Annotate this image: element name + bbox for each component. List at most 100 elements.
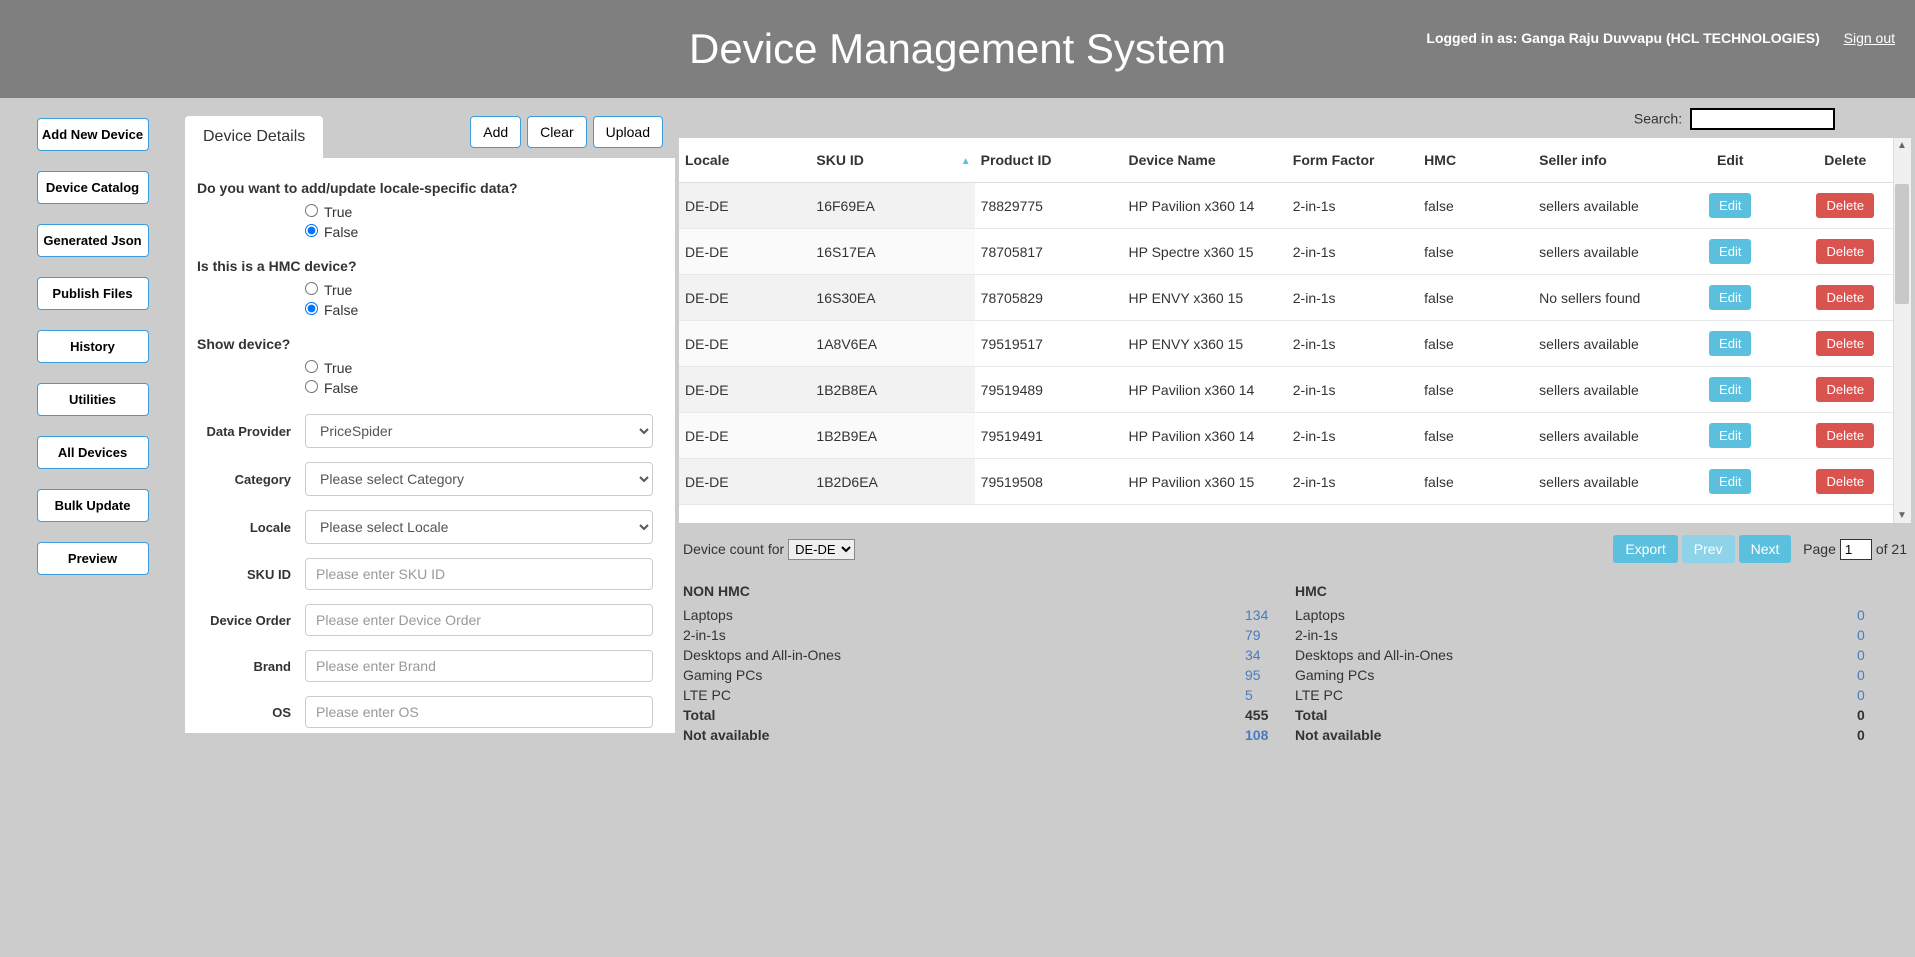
radio-show-true[interactable]: True — [305, 360, 653, 376]
input-sku-id[interactable] — [305, 558, 653, 590]
count-val[interactable]: 95 — [1245, 667, 1295, 683]
device-table: Locale SKU ID▲ Product ID Device Name Fo… — [679, 138, 1911, 505]
col-hmc[interactable]: HMC — [1418, 138, 1533, 183]
cell-ff: 2-in-1s — [1287, 275, 1418, 321]
prev-button[interactable]: Prev — [1682, 535, 1735, 563]
label-device-order: Device Order — [197, 613, 305, 628]
sidebar-preview[interactable]: Preview — [37, 542, 149, 575]
edit-button[interactable]: Edit — [1709, 331, 1751, 356]
col-form-factor[interactable]: Form Factor — [1287, 138, 1418, 183]
label-brand: Brand — [197, 659, 305, 674]
edit-button[interactable]: Edit — [1709, 193, 1751, 218]
tab-device-details[interactable]: Device Details — [185, 116, 323, 158]
cell-pid: 79519508 — [975, 459, 1123, 505]
delete-button[interactable]: Delete — [1816, 377, 1874, 402]
count-val[interactable]: 0 — [1857, 667, 1907, 683]
count-val[interactable]: 0 — [1857, 687, 1907, 703]
scroll-thumb[interactable] — [1895, 184, 1909, 304]
sidebar-device-catalog[interactable]: Device Catalog — [37, 171, 149, 204]
q-locale-specific: Do you want to add/update locale-specifi… — [197, 180, 653, 196]
next-button[interactable]: Next — [1739, 535, 1792, 563]
cell-seller: sellers available — [1533, 367, 1681, 413]
export-button[interactable]: Export — [1613, 535, 1677, 563]
sidebar-all-devices[interactable]: All Devices — [37, 436, 149, 469]
cell-pid: 79519517 — [975, 321, 1123, 367]
count-key: Gaming PCs — [1295, 667, 1857, 683]
cell-pid: 78705817 — [975, 229, 1123, 275]
edit-button[interactable]: Edit — [1709, 377, 1751, 402]
sidebar-utilities[interactable]: Utilities — [37, 383, 149, 416]
delete-button[interactable]: Delete — [1816, 469, 1874, 494]
cell-name: HP Pavilion x360 14 — [1123, 183, 1287, 229]
clear-button[interactable]: Clear — [527, 116, 586, 148]
radio-hmc-false[interactable]: False — [305, 302, 653, 318]
cell-name: HP ENVY x360 15 — [1123, 321, 1287, 367]
add-button[interactable]: Add — [470, 116, 521, 148]
count-val[interactable]: 134 — [1245, 607, 1295, 623]
sidebar-add-new-device[interactable]: Add New Device — [37, 118, 149, 151]
cell-name: HP Spectre x360 15 — [1123, 229, 1287, 275]
delete-button[interactable]: Delete — [1816, 331, 1874, 356]
page-input[interactable] — [1840, 539, 1872, 560]
select-data-provider[interactable]: PriceSpider — [305, 414, 653, 448]
cell-locale: DE-DE — [679, 459, 810, 505]
input-device-order[interactable] — [305, 604, 653, 636]
input-os[interactable] — [305, 696, 653, 728]
cell-ff: 2-in-1s — [1287, 367, 1418, 413]
delete-button[interactable]: Delete — [1816, 193, 1874, 218]
cell-ff: 2-in-1s — [1287, 459, 1418, 505]
count-val[interactable]: 0 — [1857, 607, 1907, 623]
table-row: DE-DE1B2B8EA79519489HP Pavilion x360 142… — [679, 367, 1911, 413]
scroll-down-icon[interactable]: ▼ — [1897, 510, 1907, 521]
radio-locale-false[interactable]: False — [305, 224, 653, 240]
edit-button[interactable]: Edit — [1709, 469, 1751, 494]
col-sku-id[interactable]: SKU ID▲ — [810, 138, 974, 183]
delete-button[interactable]: Delete — [1816, 239, 1874, 264]
table-row: DE-DE16S30EA78705829HP ENVY x360 152-in-… — [679, 275, 1911, 321]
count-key: LTE PC — [1295, 687, 1857, 703]
cell-pid: 79519491 — [975, 413, 1123, 459]
sidebar-publish-files[interactable]: Publish Files — [37, 277, 149, 310]
search-input[interactable] — [1690, 108, 1835, 130]
table-scrollbar[interactable]: ▲ ▼ — [1893, 138, 1911, 523]
count-val[interactable]: 0 — [1857, 627, 1907, 643]
cell-hmc: false — [1418, 367, 1533, 413]
delete-button[interactable]: Delete — [1816, 285, 1874, 310]
cell-seller: sellers available — [1533, 413, 1681, 459]
cell-locale: DE-DE — [679, 183, 810, 229]
upload-button[interactable]: Upload — [593, 116, 663, 148]
edit-button[interactable]: Edit — [1709, 285, 1751, 310]
cell-pid: 78705829 — [975, 275, 1123, 321]
radio-locale-true[interactable]: True — [305, 204, 653, 220]
select-category[interactable]: Please select Category — [305, 462, 653, 496]
select-locale[interactable]: Please select Locale — [305, 510, 653, 544]
count-val[interactable]: 0 — [1857, 647, 1907, 663]
label-sku-id: SKU ID — [197, 567, 305, 582]
col-seller-info[interactable]: Seller info — [1533, 138, 1681, 183]
count-val[interactable]: 34 — [1245, 647, 1295, 663]
scroll-up-icon[interactable]: ▲ — [1897, 140, 1907, 151]
sidebar: Add New Device Device Catalog Generated … — [0, 98, 185, 753]
count-val[interactable]: 5 — [1245, 687, 1295, 703]
sidebar-generated-json[interactable]: Generated Json — [37, 224, 149, 257]
device-count-label: Device count for — [683, 541, 784, 557]
col-device-name[interactable]: Device Name — [1123, 138, 1287, 183]
edit-button[interactable]: Edit — [1709, 239, 1751, 264]
cell-locale: DE-DE — [679, 275, 810, 321]
col-product-id[interactable]: Product ID — [975, 138, 1123, 183]
cell-sku: 1B2B8EA — [810, 367, 974, 413]
input-brand[interactable] — [305, 650, 653, 682]
col-locale[interactable]: Locale — [679, 138, 810, 183]
sidebar-history[interactable]: History — [37, 330, 149, 363]
radio-show-false[interactable]: False — [305, 380, 653, 396]
edit-button[interactable]: Edit — [1709, 423, 1751, 448]
count-key: Desktops and All-in-Ones — [683, 647, 1245, 663]
sign-out-link[interactable]: Sign out — [1844, 30, 1895, 46]
cell-locale: DE-DE — [679, 321, 810, 367]
count-val[interactable]: 79 — [1245, 627, 1295, 643]
cell-pid: 78829775 — [975, 183, 1123, 229]
delete-button[interactable]: Delete — [1816, 423, 1874, 448]
radio-hmc-true[interactable]: True — [305, 282, 653, 298]
sidebar-bulk-update[interactable]: Bulk Update — [37, 489, 149, 522]
device-count-locale-select[interactable]: DE-DE — [788, 539, 855, 560]
